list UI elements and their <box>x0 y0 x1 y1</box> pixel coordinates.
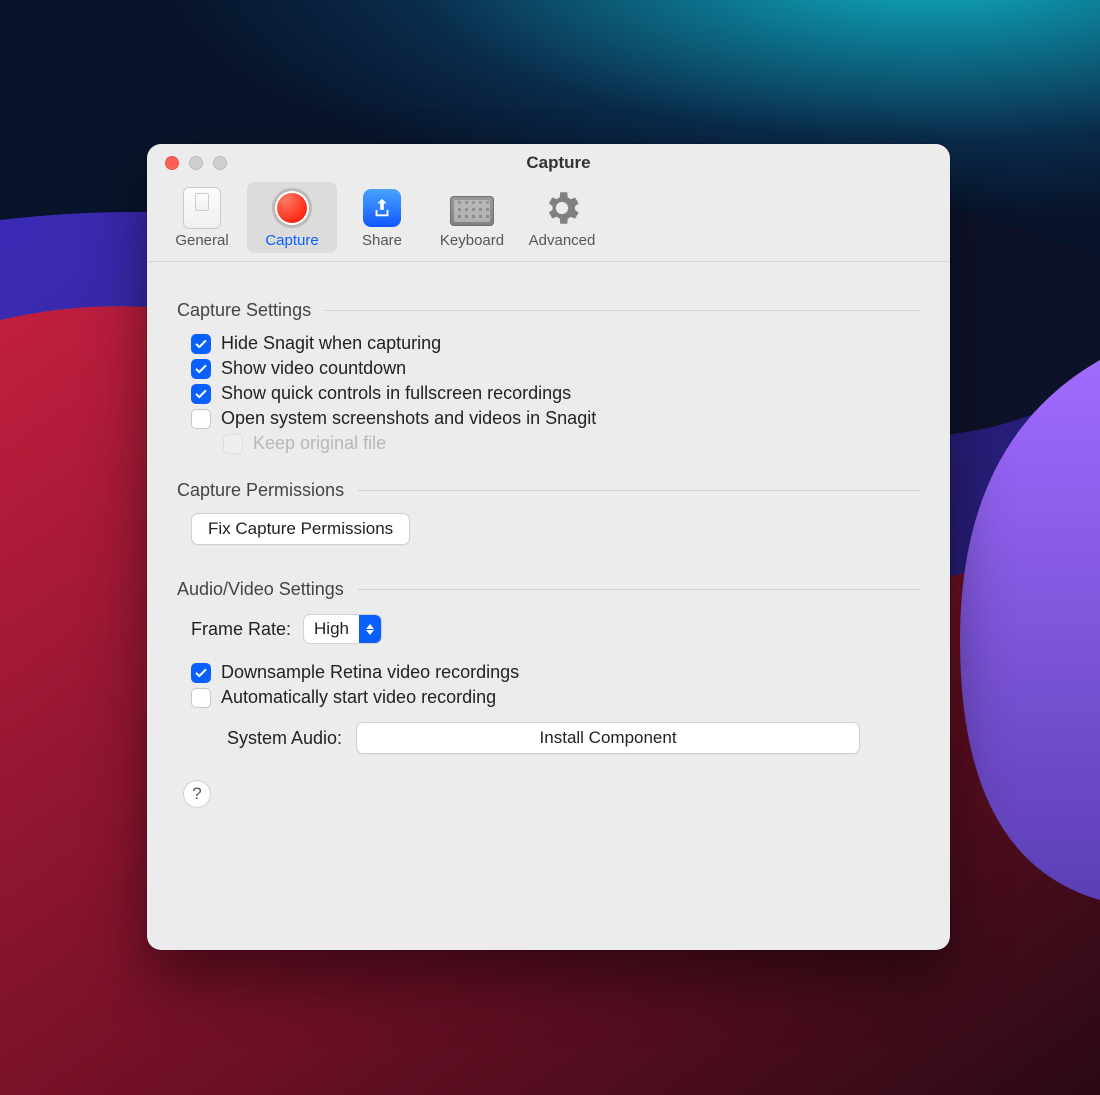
fix-permissions-button[interactable]: Fix Capture Permissions <box>191 513 410 545</box>
divider <box>358 589 920 590</box>
tab-keyboard-label: Keyboard <box>440 232 504 249</box>
checkbox-label: Keep original file <box>253 433 386 454</box>
titlebar: Capture <box>147 144 950 182</box>
section-capture-settings: Capture Settings <box>177 300 920 321</box>
divider <box>358 490 920 491</box>
tab-advanced[interactable]: Advanced <box>517 182 607 253</box>
switch-icon <box>183 187 221 229</box>
checkbox-downsample[interactable] <box>191 663 211 683</box>
checkbox-label: Open system screenshots and videos in Sn… <box>221 408 596 429</box>
tab-advanced-label: Advanced <box>529 232 596 249</box>
install-component-button[interactable]: Install Component <box>356 722 860 754</box>
checkbox-label: Show quick controls in fullscreen record… <box>221 383 571 404</box>
window-title: Capture <box>167 153 950 173</box>
divider <box>325 310 920 311</box>
row-hide-snagit: Hide Snagit when capturing <box>191 333 920 354</box>
row-quick-controls: Show quick controls in fullscreen record… <box>191 383 920 404</box>
system-audio-label: System Audio: <box>227 728 342 749</box>
frame-rate-value: High <box>304 619 359 639</box>
row-downsample: Downsample Retina video recordings <box>191 662 920 683</box>
row-frame-rate: Frame Rate: High <box>191 614 920 644</box>
row-auto-start: Automatically start video recording <box>191 687 920 708</box>
toolbar: General Capture Share Keyboard Advan <box>147 182 950 262</box>
keyboard-icon <box>450 196 494 226</box>
checkbox-show-countdown[interactable] <box>191 359 211 379</box>
tab-share[interactable]: Share <box>337 182 427 253</box>
share-icon <box>363 189 401 227</box>
row-open-system: Open system screenshots and videos in Sn… <box>191 408 920 429</box>
section-capture-permissions: Capture Permissions <box>177 480 920 501</box>
checkbox-keep-original <box>223 434 243 454</box>
frame-rate-select[interactable]: High <box>303 614 382 644</box>
frame-rate-label: Frame Rate: <box>191 619 291 640</box>
record-icon <box>272 188 312 228</box>
row-system-audio: System Audio: Install Component <box>227 722 920 754</box>
checkbox-label: Hide Snagit when capturing <box>221 333 441 354</box>
row-show-countdown: Show video countdown <box>191 358 920 379</box>
checkbox-quick-controls[interactable] <box>191 384 211 404</box>
tab-keyboard[interactable]: Keyboard <box>427 182 517 253</box>
content: Capture Settings Hide Snagit when captur… <box>147 262 950 828</box>
tab-general[interactable]: General <box>157 182 247 253</box>
section-audio-video: Audio/Video Settings <box>177 579 920 600</box>
section-title: Audio/Video Settings <box>177 579 358 600</box>
checkbox-label: Automatically start video recording <box>221 687 496 708</box>
checkbox-auto-start[interactable] <box>191 688 211 708</box>
tab-share-label: Share <box>362 232 402 249</box>
section-title: Capture Permissions <box>177 480 358 501</box>
checkbox-hide-snagit[interactable] <box>191 334 211 354</box>
tab-capture-label: Capture <box>265 232 318 249</box>
preferences-window: Capture General Capture Share Keyboard <box>147 144 950 950</box>
row-keep-original: Keep original file <box>223 433 920 454</box>
gear-icon <box>540 186 584 230</box>
checkbox-open-system[interactable] <box>191 409 211 429</box>
section-title: Capture Settings <box>177 300 325 321</box>
help-button[interactable]: ? <box>183 780 211 808</box>
tab-capture[interactable]: Capture <box>247 182 337 253</box>
checkbox-label: Downsample Retina video recordings <box>221 662 519 683</box>
chevron-updown-icon <box>359 615 381 643</box>
tab-general-label: General <box>175 232 228 249</box>
checkbox-label: Show video countdown <box>221 358 406 379</box>
